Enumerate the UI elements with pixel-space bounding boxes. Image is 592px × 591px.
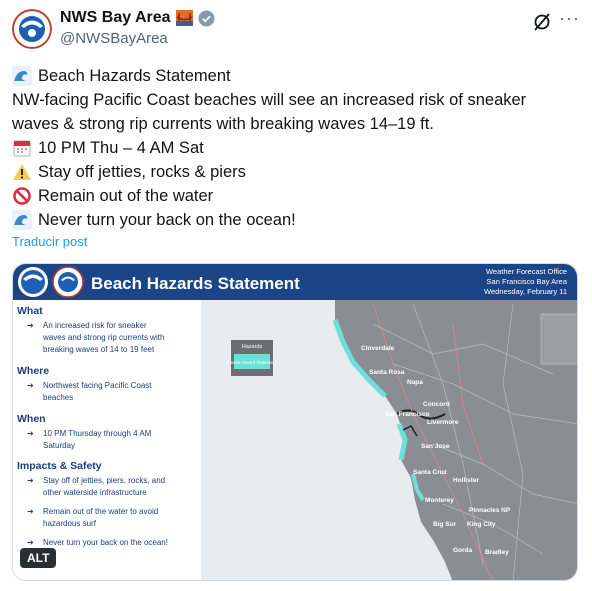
tweet-line-text: waves & strong rip currents with breakin…	[12, 115, 434, 133]
tweet-line-text: 10 PM Thu – 4 AM Sat	[38, 139, 204, 157]
tweet-line-text: NW-facing Pacific Coast beaches will see…	[12, 91, 527, 109]
city-label: Monterey	[425, 497, 454, 504]
city-label: San Francisco	[385, 411, 429, 418]
more-options-button[interactable]: ···	[559, 8, 580, 29]
grok-icon[interactable]	[532, 12, 552, 32]
section-heading: Where	[17, 365, 49, 377]
office-line: Weather Forecast Office	[486, 267, 567, 276]
city-label: King City	[467, 521, 496, 528]
legend-title: Hazards	[242, 344, 263, 350]
section-heading: What	[17, 305, 43, 317]
tweet-line: waves & strong rip currents with breakin…	[12, 112, 580, 136]
bullet-text: other waterside infrastructure	[43, 488, 147, 497]
tweet-line: Remain out of the water	[12, 184, 580, 208]
tweet-line: 10 PM Thu – 4 AM Sat	[12, 136, 580, 160]
bullet-text: Stay off of jetties, piers, rocks, and	[43, 476, 165, 485]
bullet-text: Saturday	[43, 441, 75, 450]
calendar-icon	[13, 140, 31, 157]
section-heading: When	[17, 413, 46, 425]
svg-text:➔: ➔	[27, 429, 34, 438]
bullet-text: Never turn your back on the ocean!	[43, 538, 168, 547]
wave-icon	[12, 210, 32, 230]
bullet-text: 10 PM Thursday through 4 AM	[43, 429, 152, 438]
tweet-line-text: Stay off jetties, rocks & piers	[38, 163, 246, 181]
svg-text:➔: ➔	[27, 507, 34, 516]
city-label: San Jose	[421, 443, 450, 450]
bullet-text: beaches	[43, 393, 73, 402]
bullet-text: breaking waves of 14 to 19 feet	[43, 345, 155, 354]
tweet-line: Never turn your back on the ocean!	[12, 208, 580, 232]
post-header: NWS Bay Area @NWSBayArea ···	[12, 6, 580, 50]
translate-post-link[interactable]: Traducir post	[12, 234, 87, 249]
bullet-text: hazardous surf	[43, 519, 97, 528]
svg-text:➔: ➔	[27, 538, 34, 547]
section-heading: Impacts & Safety	[17, 460, 102, 472]
city-label: Santa Cruz	[413, 469, 448, 476]
tweet-text: Beach Hazards Statement NW-facing Pacifi…	[12, 64, 580, 232]
svg-text:➔: ➔	[27, 321, 34, 330]
nws-logo-avatar[interactable]	[12, 9, 52, 49]
legend-item: Beach Hazard Statement	[228, 360, 277, 365]
city-label: Concord	[423, 401, 450, 408]
tweet-line: Stay off jetties, rocks & piers	[12, 160, 580, 184]
gov-verified-badge-icon[interactable]	[198, 10, 215, 27]
svg-text:➔: ➔	[27, 476, 34, 485]
hazard-map: Hazards Beach Hazard Statement Cloverdal…	[201, 300, 577, 580]
warning-icon	[13, 164, 31, 180]
tweet-line-text: Beach Hazards Statement	[38, 67, 231, 85]
svg-text:➔: ➔	[27, 381, 34, 390]
author-name-row[interactable]: NWS Bay Area	[60, 9, 215, 27]
tweet-line: Beach Hazards Statement	[12, 64, 580, 88]
bullet-text: Remain out of the water to avoid	[43, 507, 158, 516]
author-handle[interactable]: @NWSBayArea	[60, 30, 168, 47]
tweet-line-text: Never turn your back on the ocean!	[38, 211, 296, 229]
city-label: Santa Rosa	[369, 369, 405, 376]
graphic-title: Beach Hazards Statement	[91, 274, 300, 293]
alt-text-badge[interactable]: ALT	[20, 548, 57, 568]
beach-hazards-graphic[interactable]: Beach Hazards Statement Weather Forecast…	[13, 264, 578, 581]
city-label: Pinnacles NP	[469, 507, 511, 514]
wave-icon	[12, 66, 32, 86]
city-label: Gorda	[453, 547, 473, 554]
city-label: Cloverdale	[361, 345, 395, 352]
office-line: San Francisco Bay Area	[487, 277, 568, 286]
tweet-line: NW-facing Pacific Coast beaches will see…	[12, 88, 580, 112]
city-label: Hollister	[453, 477, 479, 484]
media-card[interactable]: Beach Hazards Statement Weather Forecast…	[12, 263, 578, 581]
author-name[interactable]: NWS Bay Area	[60, 9, 171, 27]
bullet-text: Northwest facing Pacific Coast	[43, 381, 152, 390]
bullet-text: An increased risk for sneaker	[43, 321, 147, 330]
prohibited-icon	[13, 187, 31, 205]
city-label: Big Sur	[433, 521, 457, 528]
city-label: Livermore	[427, 419, 459, 426]
bullet-text: waves and strong rip currents with	[42, 333, 164, 342]
city-label: Napa	[407, 379, 423, 386]
office-line: Wednesday, February 11	[484, 287, 567, 296]
city-label: Bradley	[485, 549, 509, 556]
bridge-emoji-icon	[175, 10, 193, 26]
tweet-line-text: Remain out of the water	[38, 187, 214, 205]
